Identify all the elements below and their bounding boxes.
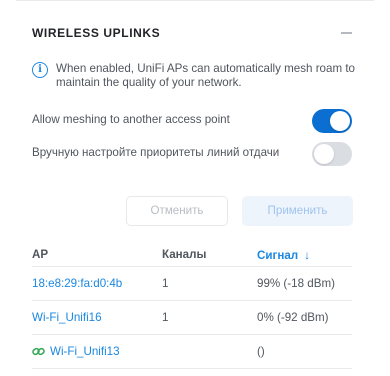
channels-cell: 1 <box>162 311 169 324</box>
top-divider <box>16 0 374 1</box>
info-text: When enabled, UniFi APs can automaticall… <box>56 62 356 89</box>
link-icon <box>32 347 45 356</box>
table-row[interactable]: 18:e8:29:fa:d0:4b 1 99% (-18 dBm) <box>32 266 352 300</box>
toggle-label: Вручную настройте приоритеты линий отдач… <box>32 146 280 159</box>
collapse-icon[interactable] <box>341 32 352 34</box>
column-header-signal[interactable]: Сигнал ↓ <box>257 248 310 262</box>
section-title: WIRELESS UPLINKS <box>32 26 161 40</box>
table-row[interactable]: Wi-Fi_Unifi16 1 0% (-92 dBm) <box>32 300 352 334</box>
manual-priority-toggle[interactable] <box>312 142 352 166</box>
ap-name-link[interactable]: Wi-Fi_Unifi13 <box>32 345 120 358</box>
channels-cell: 1 <box>162 277 169 290</box>
signal-cell: () <box>257 345 265 358</box>
ap-name-label: Wi-Fi_Unifi13 <box>50 345 120 358</box>
signal-cell: 0% (-92 dBm) <box>257 311 329 324</box>
ap-name-link[interactable]: Wi-Fi_Unifi16 <box>32 311 102 324</box>
column-header-channels[interactable]: Каналы <box>162 248 206 261</box>
toggle-knob <box>314 144 334 164</box>
info-icon: i <box>32 62 48 78</box>
toggle-row-manual-priority: Вручную настройте приоритеты линий отдач… <box>32 142 352 166</box>
table-row[interactable]: Wi-Fi_Unifi13 () <box>32 334 352 368</box>
column-header-signal-label: Сигнал <box>257 249 299 262</box>
signal-cell: 99% (-18 dBm) <box>257 277 335 290</box>
toggle-knob <box>330 111 350 131</box>
arrow-down-icon[interactable]: ↓ <box>304 248 310 262</box>
section-header[interactable]: WIRELESS UPLINKS <box>32 26 352 42</box>
allow-meshing-toggle[interactable] <box>312 109 352 133</box>
toggle-label: Allow meshing to another access point <box>32 113 230 126</box>
column-header-ap[interactable]: AP <box>32 248 48 261</box>
ap-name-link[interactable]: 18:e8:29:fa:d0:4b <box>32 277 122 290</box>
toggle-row-allow-meshing: Allow meshing to another access point <box>32 109 352 133</box>
table-bottom-divider <box>32 368 352 369</box>
cancel-button[interactable]: Отменить <box>126 196 228 226</box>
apply-button[interactable]: Применить <box>242 196 353 226</box>
